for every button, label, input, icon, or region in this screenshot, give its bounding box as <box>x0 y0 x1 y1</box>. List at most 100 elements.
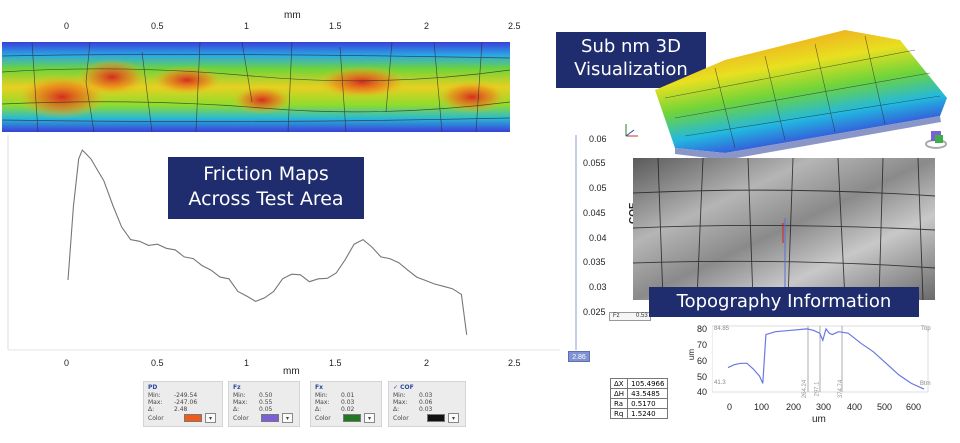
stat-panel-fz: Fz Min: 0.50 Max: 0.55 Δ: 0.05 Color ▾ <box>228 381 300 427</box>
chevron-down-icon[interactable]: ▾ <box>282 413 293 423</box>
cof-tick: 0.055 <box>583 158 606 168</box>
max-key: Max: <box>148 399 163 406</box>
max-value: 0.03 <box>341 399 355 406</box>
top-axis-tick: 2.5 <box>508 21 521 31</box>
delta-value: 0.03 <box>419 406 433 413</box>
table-key: ΔH <box>609 388 629 399</box>
stat-panel-title-text: COF <box>400 384 414 391</box>
cof-tick: 0.045 <box>583 208 606 218</box>
profile-xtick: 400 <box>847 402 863 412</box>
cof-tick: 0.05 <box>589 183 607 193</box>
top-axis-tick: 0.5 <box>151 21 164 31</box>
min-value: 0.01 <box>341 392 355 399</box>
min-key: Min: <box>233 392 246 399</box>
profile-low-value: 41.3 <box>714 380 726 386</box>
profile-xtick: 0 <box>727 402 733 412</box>
profile-xtick: 100 <box>754 402 770 412</box>
top-axis-tick: 1 <box>244 21 250 31</box>
table-key: ΔX <box>609 378 629 389</box>
profile-ytick: 40 <box>697 387 708 397</box>
chevron-down-icon[interactable]: ▾ <box>364 413 375 423</box>
min-key: Min: <box>148 392 161 399</box>
delta-key: Δ: <box>315 406 322 413</box>
stat-panel-cof: ✓ COF Min: 0.03 Max: 0.06 Δ: 0.03 Color ▾ <box>388 381 466 427</box>
min-value: -249.54 <box>174 392 198 399</box>
chevron-down-icon[interactable]: ▾ <box>205 413 216 423</box>
friction-callout-line2: Across Test Area <box>188 187 344 210</box>
profile-xtick: 200 <box>786 402 802 412</box>
fz-readout-value: 0.53 <box>636 313 648 319</box>
profile-marker-label: 297.1 <box>814 381 821 397</box>
delta-key: Δ: <box>148 406 155 413</box>
height-profile-chart <box>712 325 929 393</box>
profile-xlabel: um <box>812 414 826 425</box>
view-cube-icon[interactable] <box>925 128 947 150</box>
table-value: 1.5240 <box>627 408 669 419</box>
top-axis-unit: mm <box>284 10 301 21</box>
color-swatch[interactable] <box>343 414 361 422</box>
table-row: ΔH 43.5485 <box>609 388 669 399</box>
max-key: Max: <box>393 399 408 406</box>
table-row: ΔX 105.4966 <box>609 378 669 389</box>
profile-marker-label: 374.74 <box>838 379 845 399</box>
roughness-table: ΔX 105.4966 ΔH 43.5485 Ra 0.5170 Rq 1.5240 <box>609 378 669 419</box>
friction-heatmap <box>2 42 510 132</box>
profile-ytick: 60 <box>697 356 708 366</box>
stat-panel-pd: PD Min: -249.54 Max: -247.06 Δ: 2.48 Color … <box>143 381 223 427</box>
max-value: -247.06 <box>174 399 198 406</box>
stat-panel-title: ✓ COF <box>393 384 461 391</box>
table-key: Rq <box>609 408 629 419</box>
profile-ytick: 50 <box>697 372 708 382</box>
table-value: 0.5170 <box>627 398 669 409</box>
profile-xtick: 600 <box>906 402 922 412</box>
bottom-axis-tick: 1 <box>244 358 250 368</box>
max-key: Max: <box>315 399 330 406</box>
profile-ytick: 70 <box>697 340 708 350</box>
delta-key: Δ: <box>233 406 240 413</box>
color-swatch[interactable] <box>261 414 279 422</box>
cof-tick: 0.025 <box>583 307 606 317</box>
stat-panel-title: Fx <box>315 384 323 391</box>
profile-top-value: 84.85 <box>714 326 730 332</box>
color-key: Color <box>315 415 331 422</box>
bottom-axis-unit: mm <box>283 366 300 377</box>
min-key: Min: <box>393 392 406 399</box>
stat-panel-fx: Fx Min: 0.01 Max: 0.03 Δ: 0.02 Color ▾ <box>310 381 382 427</box>
delta-value: 0.02 <box>341 406 355 413</box>
top-axis-tick: 1.5 <box>329 21 342 31</box>
delta-key: Δ: <box>393 406 400 413</box>
table-value: 105.4966 <box>627 378 669 389</box>
profile-ylabel: um <box>687 348 697 361</box>
min-key: Min: <box>315 392 328 399</box>
surface-3d-view <box>655 30 947 160</box>
profile-xtick: 500 <box>877 402 893 412</box>
bottom-axis-tick: 1.5 <box>329 358 342 368</box>
profile-marker-label: 264.24 <box>802 379 809 399</box>
min-value: 0.03 <box>419 392 433 399</box>
cof-cursor-value[interactable]: 2.86 <box>568 351 590 362</box>
color-swatch[interactable] <box>184 414 202 422</box>
bottom-axis-tick: 0.5 <box>151 358 164 368</box>
profile-series-line <box>727 327 925 390</box>
cof-tick: 0.035 <box>583 257 606 267</box>
color-key: Color <box>393 415 409 422</box>
table-row: Rq 1.5240 <box>609 408 669 419</box>
axis-triad-icon <box>620 120 642 140</box>
friction-callout-line1: Friction Maps <box>203 163 329 185</box>
bottom-axis-tick: 2.5 <box>508 358 521 368</box>
max-value: 0.06 <box>419 399 433 406</box>
check-icon[interactable]: ✓ <box>393 384 398 391</box>
cof-tick: 0.04 <box>589 233 607 243</box>
table-row: Ra 0.5170 <box>609 398 669 409</box>
bottom-axis-tick: 2 <box>424 358 430 368</box>
cof-tick: 0.06 <box>589 134 607 144</box>
bottom-axis-tick: 0 <box>64 358 70 368</box>
profile-top-tag: Top <box>921 326 931 332</box>
profile-bottom-tag: Btm <box>920 381 931 387</box>
chevron-down-icon[interactable]: ▾ <box>448 413 459 423</box>
stat-panel-title: PD <box>148 384 158 391</box>
delta-value: 0.05 <box>259 406 273 413</box>
fz-readout-tag: Fz <box>613 313 620 319</box>
stat-panel-title: Fz <box>233 384 241 391</box>
color-swatch[interactable] <box>427 414 445 422</box>
